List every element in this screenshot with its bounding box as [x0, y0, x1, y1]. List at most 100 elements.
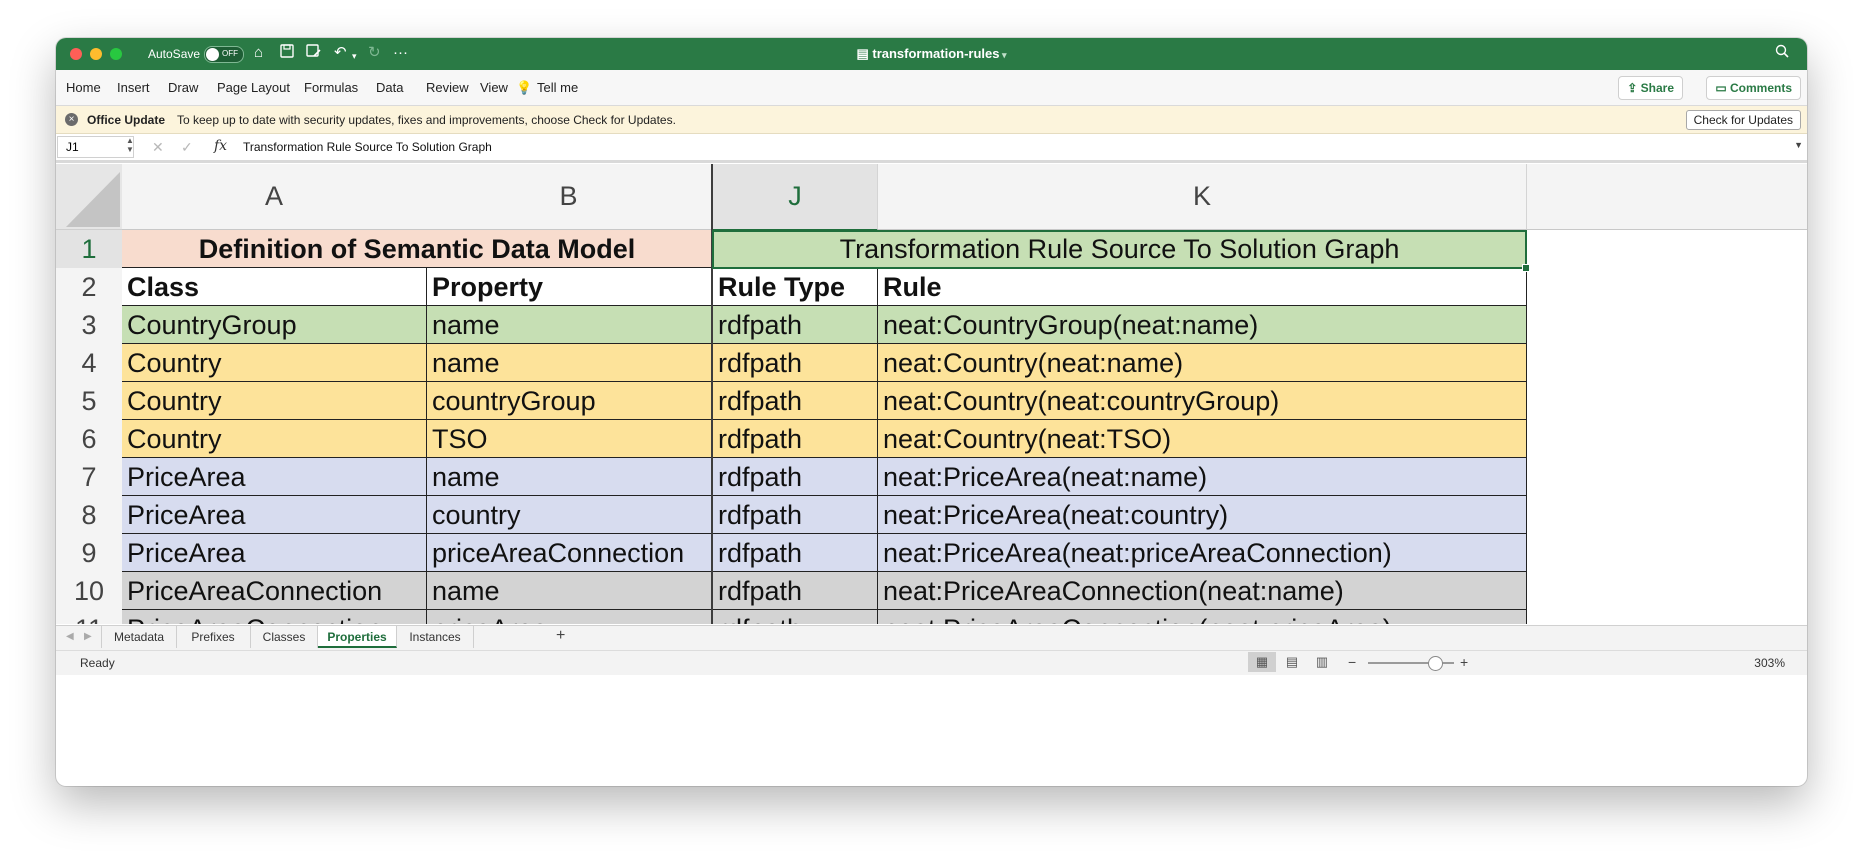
- cell-b[interactable]: priceArea: [427, 610, 713, 624]
- expand-formula-bar-icon[interactable]: ▼: [1794, 140, 1803, 150]
- header-cell-k[interactable]: Rule: [878, 268, 1527, 306]
- cell-j[interactable]: rdfpath: [713, 610, 878, 624]
- confirm-edit-icon[interactable]: ✓: [181, 139, 193, 156]
- row-header[interactable]: 7: [56, 458, 123, 497]
- zoom-level[interactable]: 303%: [1754, 656, 1785, 670]
- tab-insert[interactable]: Insert: [117, 80, 150, 95]
- add-sheet-button[interactable]: +: [556, 627, 565, 645]
- tab-page-layout[interactable]: Page Layout: [217, 80, 290, 95]
- cell-a[interactable]: CountryGroup: [122, 306, 427, 344]
- name-box[interactable]: J1: [57, 136, 134, 158]
- page-break-view-icon[interactable]: ▥: [1308, 652, 1336, 672]
- tab-formulas[interactable]: Formulas: [304, 80, 358, 95]
- cell-b[interactable]: name: [427, 572, 713, 610]
- cell-a[interactable]: PriceAreaConnection: [122, 572, 427, 610]
- cell-k[interactable]: neat:Country(neat:countryGroup): [878, 382, 1527, 420]
- formula-input[interactable]: Transformation Rule Source To Solution G…: [243, 140, 492, 154]
- row-header[interactable]: 4: [56, 344, 123, 383]
- cell-k[interactable]: neat:PriceArea(neat:priceAreaConnection): [878, 534, 1527, 572]
- spreadsheet-grid[interactable]: A B J K 1 Definition of Semantic Data Mod…: [56, 164, 1807, 624]
- dismiss-update-icon[interactable]: ×: [65, 113, 78, 126]
- cell-j[interactable]: rdfpath: [713, 572, 878, 610]
- column-header-j[interactable]: J: [713, 164, 878, 231]
- header-cell-j[interactable]: Rule Type: [713, 268, 878, 306]
- cell-b[interactable]: countryGroup: [427, 382, 713, 420]
- row-header[interactable]: 2: [56, 268, 123, 307]
- cell-j[interactable]: rdfpath: [713, 420, 878, 458]
- cell-k[interactable]: neat:PriceArea(neat:country): [878, 496, 1527, 534]
- sheet-tab-instances[interactable]: Instances: [397, 626, 474, 648]
- frozen-pane-divider[interactable]: [711, 164, 713, 624]
- tell-me-search[interactable]: Tell me: [537, 80, 578, 95]
- cell-b[interactable]: country: [427, 496, 713, 534]
- cell-j[interactable]: rdfpath: [713, 534, 878, 572]
- title-cell-transformation-rule[interactable]: Transformation Rule Source To Solution G…: [713, 230, 1527, 268]
- cell-b[interactable]: name: [427, 344, 713, 382]
- fill-handle[interactable]: [1522, 264, 1530, 272]
- cell-a[interactable]: Country: [122, 420, 427, 458]
- row-header[interactable]: 11: [56, 610, 123, 624]
- cell-j[interactable]: rdfpath: [713, 458, 878, 496]
- row-header[interactable]: 8: [56, 496, 123, 535]
- cell-k[interactable]: neat:CountryGroup(neat:name): [878, 306, 1527, 344]
- check-for-updates-button[interactable]: Check for Updates: [1685, 110, 1801, 130]
- cell-a[interactable]: Country: [122, 382, 427, 420]
- row-header[interactable]: 10: [56, 572, 123, 611]
- page-layout-view-icon[interactable]: ▤: [1278, 652, 1306, 672]
- cell-j[interactable]: rdfpath: [713, 306, 878, 344]
- cell-a[interactable]: PriceAreaConnection: [122, 610, 427, 624]
- next-sheet-icon[interactable]: ▶: [84, 631, 92, 642]
- normal-view-icon[interactable]: ▦: [1248, 652, 1276, 672]
- cell-b[interactable]: priceAreaConnection: [427, 534, 713, 572]
- column-header-blank: [1527, 164, 1807, 230]
- prev-sheet-icon[interactable]: ◀: [66, 631, 74, 642]
- cell-j[interactable]: rdfpath: [713, 496, 878, 534]
- cell-a[interactable]: PriceArea: [122, 534, 427, 572]
- name-box-stepper[interactable]: ▲ ▼: [126, 136, 134, 154]
- insert-function-button[interactable]: fx: [214, 138, 227, 154]
- row-header[interactable]: 3: [56, 306, 123, 345]
- column-header-a[interactable]: A: [122, 164, 427, 230]
- cell-k[interactable]: neat:PriceAreaConnection(neat:priceArea): [878, 610, 1527, 624]
- row-header[interactable]: 9: [56, 534, 123, 573]
- tab-draw[interactable]: Draw: [168, 80, 198, 95]
- sheet-tab-prefixes[interactable]: Prefixes: [176, 626, 251, 648]
- cell-b[interactable]: name: [427, 306, 713, 344]
- comments-button[interactable]: ▭ Comments: [1706, 76, 1801, 100]
- header-cell-a[interactable]: Class: [122, 268, 427, 306]
- tab-view[interactable]: View: [480, 80, 508, 95]
- row-header[interactable]: 6: [56, 420, 123, 459]
- search-icon[interactable]: [1775, 44, 1789, 63]
- zoom-slider[interactable]: [1368, 656, 1454, 671]
- cell-j[interactable]: rdfpath: [713, 382, 878, 420]
- title-chevron-down-icon[interactable]: ▾: [1000, 50, 1007, 60]
- tab-data[interactable]: Data: [376, 80, 403, 95]
- cell-k[interactable]: neat:PriceArea(neat:name): [878, 458, 1527, 496]
- sheet-tab-properties[interactable]: Properties: [318, 626, 397, 648]
- column-header-k[interactable]: K: [878, 164, 1527, 230]
- select-all-corner[interactable]: [56, 164, 123, 230]
- sheet-tab-metadata[interactable]: Metadata: [101, 626, 177, 648]
- cell-j[interactable]: rdfpath: [713, 344, 878, 382]
- column-header-b[interactable]: B: [426, 164, 712, 230]
- zoom-out-button[interactable]: −: [1348, 654, 1356, 670]
- zoom-slider-thumb[interactable]: [1428, 656, 1443, 671]
- sheet-tab-classes[interactable]: Classes: [251, 626, 318, 648]
- zoom-in-button[interactable]: +: [1460, 654, 1468, 670]
- row-header[interactable]: 5: [56, 382, 123, 421]
- cell-a[interactable]: Country: [122, 344, 427, 382]
- row-header[interactable]: 1: [56, 230, 123, 269]
- cell-b[interactable]: name: [427, 458, 713, 496]
- title-cell-semantic-model[interactable]: Definition of Semantic Data Model: [122, 230, 713, 268]
- share-button[interactable]: ⇪ Share: [1618, 76, 1683, 100]
- cell-a[interactable]: PriceArea: [122, 496, 427, 534]
- cancel-edit-icon[interactable]: ✕: [152, 139, 164, 156]
- tab-review[interactable]: Review: [426, 80, 469, 95]
- cell-a[interactable]: PriceArea: [122, 458, 427, 496]
- tab-home[interactable]: Home: [66, 80, 101, 95]
- cell-k[interactable]: neat:Country(neat:name): [878, 344, 1527, 382]
- header-cell-b[interactable]: Property: [427, 268, 713, 306]
- cell-b[interactable]: TSO: [427, 420, 713, 458]
- cell-k[interactable]: neat:Country(neat:TSO): [878, 420, 1527, 458]
- cell-k[interactable]: neat:PriceAreaConnection(neat:name): [878, 572, 1527, 610]
